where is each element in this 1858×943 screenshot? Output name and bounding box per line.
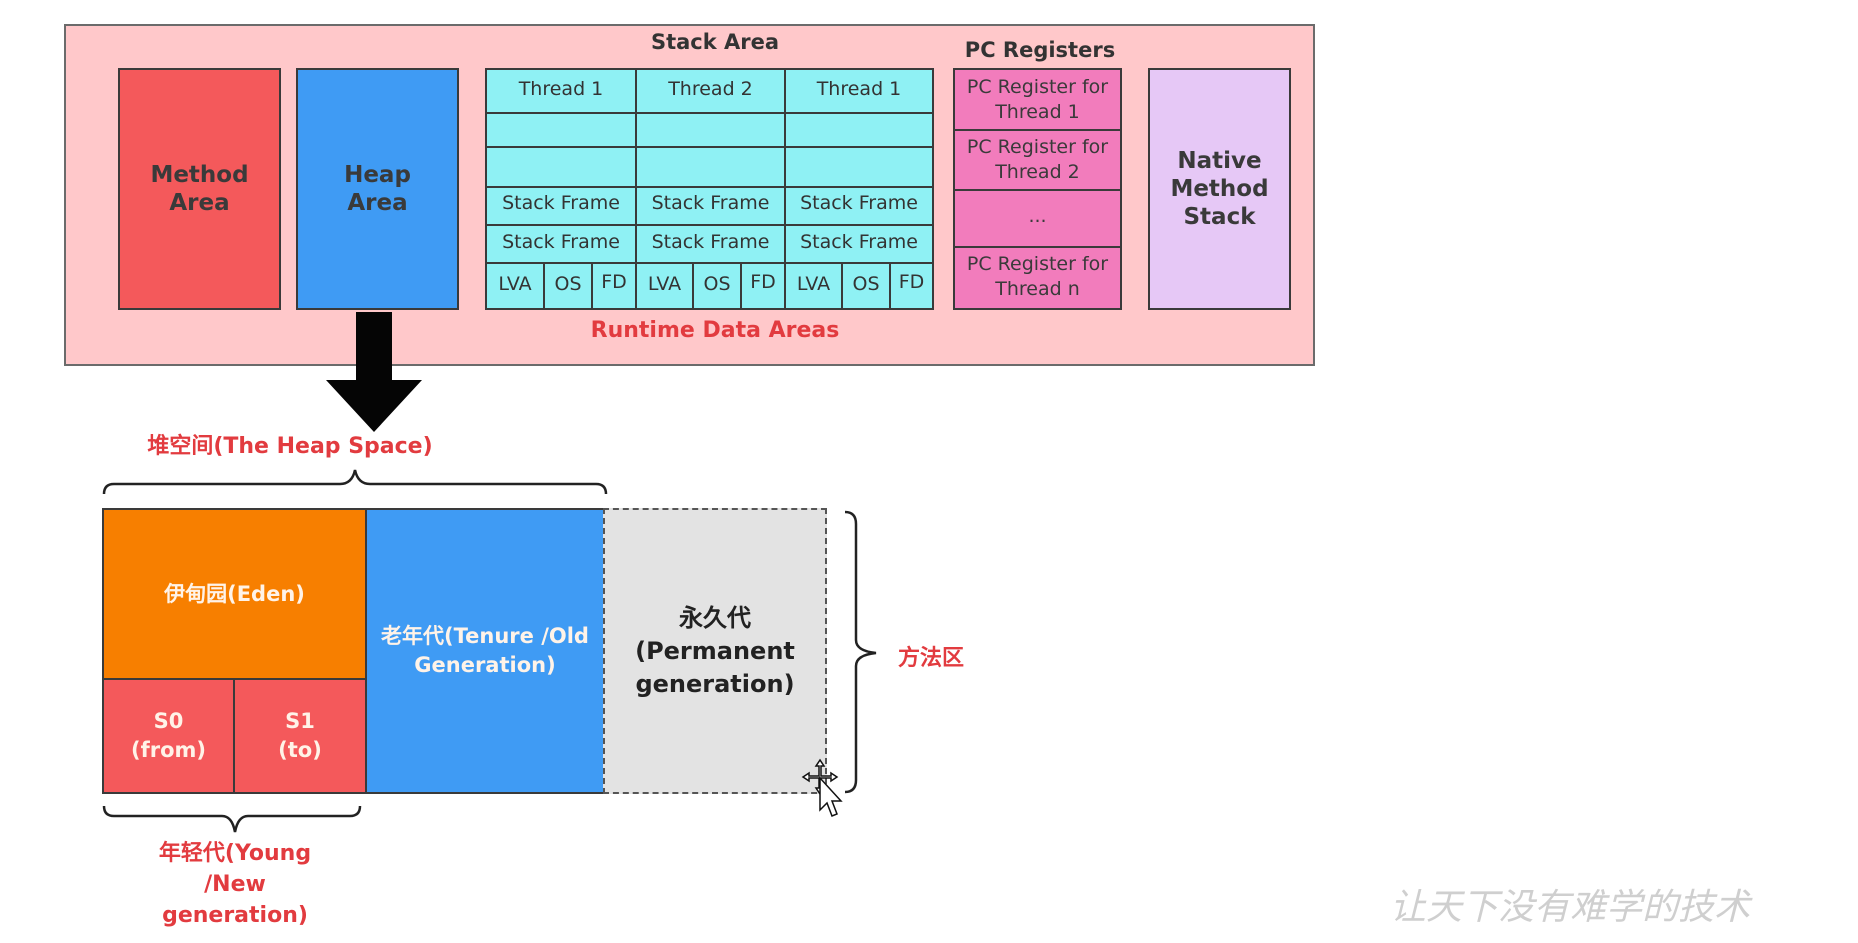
pc-registers-column: PC Register for Thread 1 PC Register for… — [953, 68, 1122, 310]
pc-register-cell: PC Register for Thread 1 — [966, 76, 1109, 123]
down-arrow-icon — [326, 312, 422, 432]
stack-frame: Stack Frame — [502, 192, 620, 214]
pc-register-cell: PC Register for Thread 2 — [966, 136, 1109, 183]
heap-area-block: Heap Area — [296, 68, 459, 310]
stack-lva: LVA — [498, 273, 532, 295]
stack-frame: Stack Frame — [651, 231, 770, 253]
stack-thread-header: Thread 1 — [518, 78, 604, 100]
stack-fd: FD — [601, 271, 627, 293]
young-gen-brace-icon — [102, 805, 362, 833]
stack-os: OS — [703, 273, 731, 295]
stack-thread-header: Thread 1 — [816, 78, 902, 100]
stack-fd: FD — [898, 271, 925, 293]
eden-label: 伊甸园(Eden) — [164, 581, 305, 606]
heap-space-label: 堆空间(The Heap Space) — [147, 434, 433, 459]
survivor-s1-region: S1 (to) — [233, 678, 367, 794]
stack-frame: Stack Frame — [651, 192, 770, 214]
eden-region: 伊甸园(Eden) — [102, 508, 367, 680]
heap-space-brace-icon — [102, 469, 608, 495]
stack-lva: LVA — [647, 273, 682, 295]
runtime-data-areas-label: Runtime Data Areas — [590, 318, 840, 343]
stack-fd: FD — [750, 271, 776, 293]
permanent-generation-label: 永久代 (Permanent generation) — [635, 603, 795, 698]
stack-frame: Stack Frame — [502, 231, 620, 253]
stack-lva: LVA — [796, 273, 831, 295]
s1-label: S1 (to) — [278, 709, 322, 762]
pc-registers-title: PC Registers — [964, 38, 1116, 62]
stack-frame: Stack Frame — [800, 192, 918, 214]
young-generation-label: 年轻代(Young /New generation) — [158, 841, 312, 928]
stack-area-title: Stack Area — [650, 30, 780, 54]
s0-label: S0 (from) — [131, 709, 206, 762]
old-generation-region: 老年代(Tenure /Old Generation) — [365, 508, 605, 794]
stack-os: OS — [554, 273, 582, 295]
pc-register-cell: PC Register for Thread n — [966, 253, 1109, 300]
pc-register-cell: ... — [1028, 205, 1047, 227]
method-zone-label: 方法区 — [898, 646, 965, 671]
survivor-s0-region: S0 (from) — [102, 678, 235, 794]
method-area-brace-icon — [844, 510, 877, 794]
permanent-generation-region: 永久代 (Permanent generation) — [603, 508, 827, 794]
watermark-text: 让天下没有难学的技术 — [1390, 887, 1751, 928]
native-method-stack-block: Native Method Stack — [1148, 68, 1291, 310]
stack-frame: Stack Frame — [800, 231, 918, 253]
method-area-block: Method Area — [118, 68, 281, 310]
stack-thread-header: Thread 2 — [668, 78, 753, 100]
stack-area-grid: Thread 1 Stack Frame Stack Frame LVA OS … — [485, 68, 934, 310]
old-generation-label: 老年代(Tenure /Old Generation) — [381, 624, 589, 677]
stack-os: OS — [852, 273, 880, 295]
move-cursor-icon — [801, 758, 843, 817]
